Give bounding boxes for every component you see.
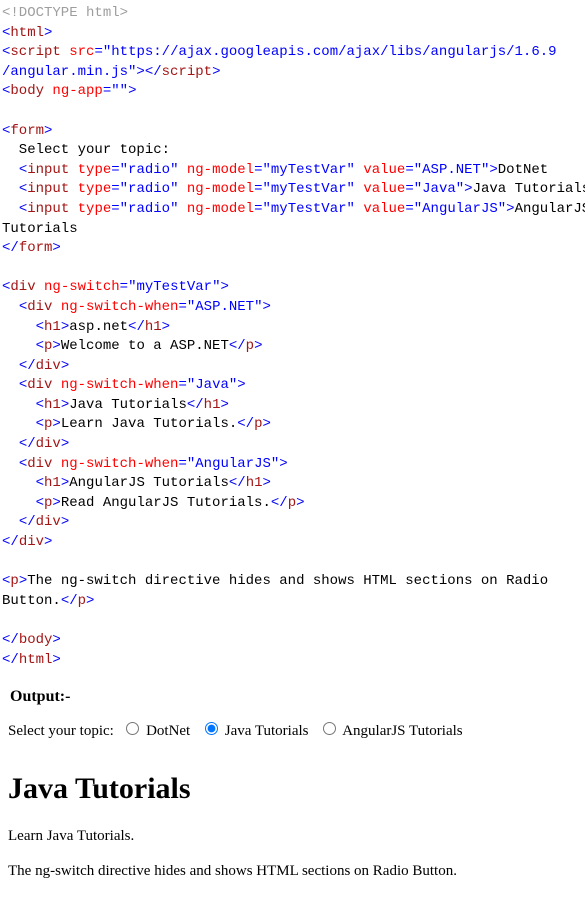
lbl-ang2: Tutorials [2, 221, 78, 237]
val-ngswitch: "myTestVar" [128, 279, 220, 295]
tag-script: script [10, 44, 60, 60]
val-radio2: "radio" [120, 181, 179, 197]
tag-div-case2c: div [36, 436, 61, 452]
output-heading: Java Tutorials [8, 768, 577, 810]
lbl-asp: DotNet [498, 162, 548, 178]
tag-div-case1: div [27, 299, 52, 315]
case2-p: Learn Java Tutorials. [61, 416, 237, 432]
radio-option-dotnet[interactable]: DotNet [121, 723, 190, 739]
val-ang: "AngularJS" [414, 201, 506, 217]
tag-div-case1c: div [36, 358, 61, 374]
tag-input3: input [27, 201, 69, 217]
tag-form-close: form [19, 240, 53, 256]
attr-ngswitch: ng-switch [44, 279, 120, 295]
radio-option-angular[interactable]: AngularJS Tutorials [318, 723, 462, 739]
tag-h1-3c: h1 [246, 475, 263, 491]
val-when2: "Java" [187, 377, 237, 393]
radio-dotnet-label: DotNet [146, 723, 190, 739]
attr-src: src [69, 44, 94, 60]
tag-form: form [10, 123, 44, 139]
radio-dotnet[interactable] [126, 722, 139, 735]
attr-ngapp: ng-app [52, 83, 102, 99]
tag-h1-2: h1 [44, 397, 61, 413]
code-block: <!DOCTYPE html> <html> <script src="http… [0, 0, 585, 680]
val-radio3: "radio" [120, 201, 179, 217]
tag-input2: input [27, 181, 69, 197]
output-note: The ng-switch directive hides and shows … [8, 861, 577, 882]
attr-ngmodel1: ng-model [187, 162, 254, 178]
output-label: Output:- [0, 680, 585, 714]
tag-p-1c: p [246, 338, 254, 354]
val-ngapp: "" [111, 83, 128, 99]
val-radio1: "radio" [120, 162, 179, 178]
tag-div-case2: div [27, 377, 52, 393]
case2-h1: Java Tutorials [69, 397, 187, 413]
tag-body: body [10, 83, 44, 99]
form-text: Select your topic: [2, 142, 170, 158]
attr-when3: ng-switch-when [61, 456, 179, 472]
tag-html-close: html [19, 652, 53, 668]
val-when3: "AngularJS" [187, 456, 279, 472]
attr-type3: type [78, 201, 112, 217]
case3-p: Read AngularJS Tutorials. [61, 495, 271, 511]
case3-h1: AngularJS Tutorials [69, 475, 229, 491]
tag-p-3c: p [288, 495, 296, 511]
attr-ngmodel3: ng-model [187, 201, 254, 217]
tag-body-close: body [19, 632, 53, 648]
doctype: <!DOCTYPE html> [2, 5, 128, 21]
val-ngmodel1: "myTestVar" [263, 162, 355, 178]
tag-h1-3: h1 [44, 475, 61, 491]
radio-angular-label: AngularJS Tutorials [342, 723, 462, 739]
note-text2: Button. [2, 593, 61, 609]
radio-option-java[interactable]: Java Tutorials [200, 723, 309, 739]
tag-p-note: p [10, 573, 18, 589]
val-when1: "ASP.NET" [187, 299, 263, 315]
attr-type1: type [78, 162, 112, 178]
note-text: The ng-switch directive hides and shows … [27, 573, 548, 589]
tag-h1-1: h1 [44, 319, 61, 335]
tag-h1-2c: h1 [204, 397, 221, 413]
output-para: Learn Java Tutorials. [8, 826, 577, 847]
val-ngmodel2: "myTestVar" [263, 181, 355, 197]
output-area: Select your topic: DotNet Java Tutorials… [0, 715, 585, 904]
val-src: "https://ajax.googleapis.com/ajax/libs/a… [103, 44, 557, 60]
radio-angular[interactable] [323, 722, 336, 735]
case1-h1: asp.net [69, 319, 128, 335]
attr-type2: type [78, 181, 112, 197]
val-java: "Java" [414, 181, 464, 197]
val-asp: "ASP.NET" [414, 162, 490, 178]
tag-p-notec: p [78, 593, 86, 609]
val-ngmodel3: "myTestVar" [263, 201, 355, 217]
lbl-ang: AngularJS [515, 201, 585, 217]
lbl-java: Java Tutorials [473, 181, 585, 197]
attr-value2: value [363, 181, 405, 197]
tag-html: html [10, 25, 44, 41]
attr-when2: ng-switch-when [61, 377, 179, 393]
radio-java-label: Java Tutorials [225, 723, 309, 739]
case1-p: Welcome to a ASP.NET [61, 338, 229, 354]
radio-prompt: Select your topic: [8, 723, 114, 739]
tag-div-case3: div [27, 456, 52, 472]
val-src2: /angular.min.js" [2, 64, 136, 80]
tag-script-close: script [162, 64, 212, 80]
tag-input1: input [27, 162, 69, 178]
tag-h1-1c: h1 [145, 319, 162, 335]
attr-value3: value [363, 201, 405, 217]
attr-ngmodel2: ng-model [187, 181, 254, 197]
attr-value1: value [363, 162, 405, 178]
attr-when1: ng-switch-when [61, 299, 179, 315]
tag-div-switchc: div [19, 534, 44, 550]
radio-row: Select your topic: DotNet Java Tutorials… [8, 715, 577, 752]
tag-div-switch: div [10, 279, 35, 295]
radio-java[interactable] [205, 722, 218, 735]
tag-div-case3c: div [36, 514, 61, 530]
